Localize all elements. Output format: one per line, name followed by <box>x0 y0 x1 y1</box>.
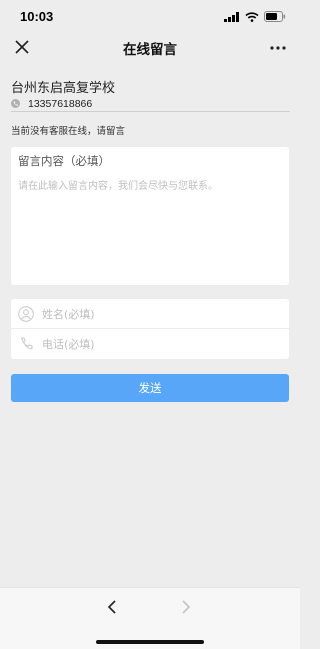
status-time: 10:03 <box>20 9 54 24</box>
phone-icon <box>11 99 20 108</box>
status-icons <box>224 11 286 22</box>
wifi-icon <box>245 11 259 22</box>
telephone-icon <box>21 337 33 350</box>
forward-arrow-icon[interactable] <box>178 598 194 616</box>
battery-icon <box>264 11 286 22</box>
nav-bar: 在线留言 <box>0 30 300 64</box>
phone-row: 13357618866 <box>11 96 290 112</box>
status-bar: 10:03 <box>0 0 300 34</box>
school-name: 台州东启高复学校 <box>11 81 116 96</box>
name-placeholder: 姓名(必填) <box>42 307 95 321</box>
user-icon <box>18 305 34 322</box>
message-input[interactable]: 请在此输入留言内容，我们会尽快与您联系。 <box>18 180 282 276</box>
more-icon[interactable] <box>268 38 288 58</box>
send-button[interactable]: 发送 <box>11 374 289 402</box>
message-title: 留言内容（必填） <box>18 154 110 168</box>
name-field[interactable]: 姓名(必填) <box>11 299 289 329</box>
bottom-nav-bar <box>0 587 300 649</box>
message-card: 留言内容（必填） 请在此输入留言内容，我们会尽快与您联系。 <box>11 147 289 285</box>
signal-icon <box>224 11 239 22</box>
phone-field[interactable]: 电话(必填) <box>11 329 289 359</box>
notice-text: 当前没有客服在线，请留言 <box>11 126 126 137</box>
home-indicator <box>96 640 204 644</box>
back-arrow-icon[interactable] <box>104 598 120 616</box>
contact-card: 姓名(必填) 电话(必填) <box>11 299 289 359</box>
page-title: 在线留言 <box>123 42 177 58</box>
phone-number[interactable]: 13357618866 <box>28 98 92 110</box>
phone-placeholder: 电话(必填) <box>42 338 95 351</box>
